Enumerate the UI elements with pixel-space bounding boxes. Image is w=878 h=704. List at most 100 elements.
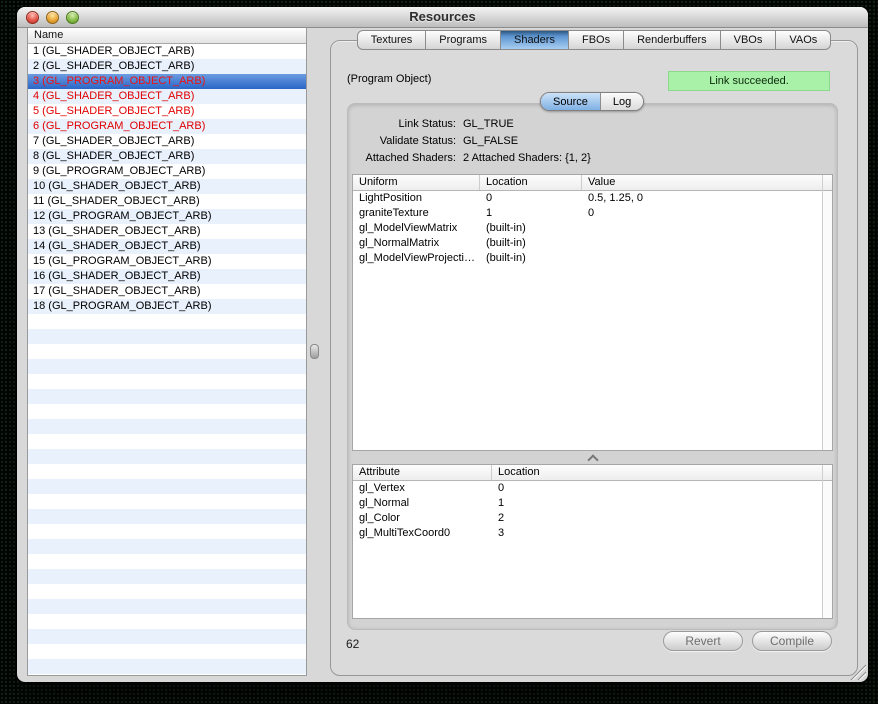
cell: 1	[480, 206, 582, 221]
status-value: 2 Attached Shaders: {1, 2}	[463, 150, 591, 167]
attribute-table-body: gl_Vertex0gl_Normal1gl_Color2gl_MultiTex…	[353, 481, 832, 541]
list-item[interactable]: 13 (GL_SHADER_OBJECT_ARB)	[28, 224, 306, 239]
status-label: Validate Status:	[348, 133, 456, 150]
list-item[interactable]: 11 (GL_SHADER_OBJECT_ARB)	[28, 194, 306, 209]
attribute-table-header: AttributeLocation	[353, 465, 832, 481]
tab-vbos[interactable]: VBOs	[721, 30, 777, 50]
cell: 0	[492, 481, 832, 496]
list-empty-row	[28, 449, 306, 464]
table-splitter-handle[interactable]	[588, 455, 597, 461]
uniform-row[interactable]: gl_ModelViewProjecti…(built-in)	[353, 251, 832, 266]
tab-renderbuffers[interactable]: Renderbuffers	[624, 30, 721, 50]
resource-tabs: TexturesProgramsShadersFBOsRenderbuffers…	[330, 30, 858, 50]
zoom-button[interactable]	[66, 11, 79, 24]
list-item[interactable]: 3 (GL_PROGRAM_OBJECT_ARB)	[28, 74, 306, 89]
column-header-location[interactable]: Location	[492, 465, 832, 480]
tab-programs[interactable]: Programs	[426, 30, 501, 50]
uniform-table-body: LightPosition00.5, 1.25, 0graniteTexture…	[353, 191, 832, 266]
uniform-row[interactable]: LightPosition00.5, 1.25, 0	[353, 191, 832, 206]
list-empty-row	[28, 674, 306, 676]
list-item[interactable]: 1 (GL_SHADER_OBJECT_ARB)	[28, 44, 306, 59]
uniform-row[interactable]: gl_ModelViewMatrix(built-in)	[353, 221, 832, 236]
attribute-row[interactable]: gl_Normal1	[353, 496, 832, 511]
uniform-table: UniformLocationValue LightPosition00.5, …	[352, 174, 833, 451]
list-empty-row	[28, 329, 306, 344]
list-empty-row	[28, 614, 306, 629]
list-item[interactable]: 17 (GL_SHADER_OBJECT_ARB)	[28, 284, 306, 299]
tab-shaders[interactable]: Shaders	[501, 30, 569, 50]
status-row: Attached Shaders:2 Attached Shaders: {1,…	[348, 150, 837, 167]
list-item[interactable]: 18 (GL_PROGRAM_OBJECT_ARB)	[28, 299, 306, 314]
list-item[interactable]: 9 (GL_PROGRAM_OBJECT_ARB)	[28, 164, 306, 179]
attribute-table-scrollbar[interactable]	[822, 465, 832, 618]
list-item[interactable]: 16 (GL_SHADER_OBJECT_ARB)	[28, 269, 306, 284]
cell: 2	[492, 511, 832, 526]
column-header-location[interactable]: Location	[480, 175, 582, 190]
list-empty-row	[28, 629, 306, 644]
list-item[interactable]: 6 (GL_PROGRAM_OBJECT_ARB)	[28, 119, 306, 134]
cell: gl_ModelViewProjecti…	[353, 251, 480, 266]
uniform-row[interactable]: gl_NormalMatrix(built-in)	[353, 236, 832, 251]
list-item[interactable]: 2 (GL_SHADER_OBJECT_ARB)	[28, 59, 306, 74]
list-empty-row	[28, 344, 306, 359]
tab-fbos[interactable]: FBOs	[569, 30, 624, 50]
cell: 0	[480, 191, 582, 206]
cell: (built-in)	[480, 251, 582, 266]
viewtab-log[interactable]: Log	[600, 93, 643, 110]
close-button[interactable]	[26, 11, 39, 24]
resources-window: Resources Name 1 (GL_SHADER_OBJECT_ARB)2…	[17, 7, 868, 682]
source-log-tabs: SourceLog	[540, 92, 644, 111]
object-list-header[interactable]: Name	[28, 28, 306, 44]
status-row: Link Status: GL_TRUE	[348, 116, 837, 133]
list-item[interactable]: 15 (GL_PROGRAM_OBJECT_ARB)	[28, 254, 306, 269]
cell: (built-in)	[480, 221, 582, 236]
object-list-body: 1 (GL_SHADER_OBJECT_ARB)2 (GL_SHADER_OBJ…	[28, 44, 306, 676]
cell	[582, 221, 832, 236]
attribute-row[interactable]: gl_MultiTexCoord03	[353, 526, 832, 541]
compile-button[interactable]: Compile	[752, 631, 832, 651]
list-empty-row	[28, 359, 306, 374]
list-empty-row	[28, 434, 306, 449]
minimize-button[interactable]	[46, 11, 59, 24]
revert-button[interactable]: Revert	[663, 631, 743, 651]
attribute-row[interactable]: gl_Vertex0	[353, 481, 832, 496]
cell	[582, 251, 832, 266]
list-item[interactable]: 4 (GL_SHADER_OBJECT_ARB)	[28, 89, 306, 104]
list-empty-row	[28, 524, 306, 539]
column-header-attribute[interactable]: Attribute	[353, 465, 492, 480]
list-empty-row	[28, 374, 306, 389]
status-value: GL_TRUE	[463, 116, 514, 133]
tab-textures[interactable]: Textures	[357, 30, 427, 50]
uniform-table-header: UniformLocationValue	[353, 175, 832, 191]
pane-splitter-handle[interactable]	[310, 344, 319, 359]
status-value: GL_FALSE	[463, 133, 518, 150]
cell: gl_MultiTexCoord0	[353, 526, 492, 541]
list-empty-row	[28, 479, 306, 494]
column-header-uniform[interactable]: Uniform	[353, 175, 480, 190]
list-empty-row	[28, 509, 306, 524]
list-empty-row	[28, 389, 306, 404]
list-item[interactable]: 12 (GL_PROGRAM_OBJECT_ARB)	[28, 209, 306, 224]
link-status-badge: Link succeeded.	[668, 71, 830, 91]
attribute-row[interactable]: gl_Color2	[353, 511, 832, 526]
tab-vaos[interactable]: VAOs	[776, 30, 831, 50]
status-label: Link Status:	[348, 116, 456, 133]
list-item[interactable]: 10 (GL_SHADER_OBJECT_ARB)	[28, 179, 306, 194]
cell	[582, 236, 832, 251]
object-count-label: 62	[346, 637, 359, 651]
list-item[interactable]: 14 (GL_SHADER_OBJECT_ARB)	[28, 239, 306, 254]
uniform-row[interactable]: graniteTexture10	[353, 206, 832, 221]
list-item[interactable]: 5 (GL_SHADER_OBJECT_ARB)	[28, 104, 306, 119]
list-empty-row	[28, 494, 306, 509]
cell: gl_ModelViewMatrix	[353, 221, 480, 236]
uniform-table-scrollbar[interactable]	[822, 175, 832, 450]
cell: 0.5, 1.25, 0	[582, 191, 832, 206]
column-header-value[interactable]: Value	[582, 175, 832, 190]
list-empty-row	[28, 419, 306, 434]
traffic-lights	[26, 11, 79, 24]
list-empty-row	[28, 314, 306, 329]
list-item[interactable]: 8 (GL_SHADER_OBJECT_ARB)	[28, 149, 306, 164]
list-item[interactable]: 7 (GL_SHADER_OBJECT_ARB)	[28, 134, 306, 149]
viewtab-source[interactable]: Source	[541, 93, 600, 110]
title-bar[interactable]: Resources	[17, 7, 868, 28]
